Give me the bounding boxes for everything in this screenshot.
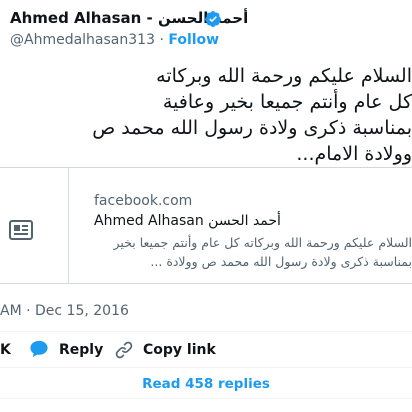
- card-domain[interactable]: facebook.com: [94, 193, 192, 209]
- card-desc-line-1: السلام عليكم ورحمة الله وبركاته كل عام و…: [113, 235, 412, 250]
- handle-separator: ·: [159, 32, 164, 48]
- newspaper-icon[interactable]: [8, 218, 34, 242]
- copy-link-button[interactable]: Copy link: [143, 342, 216, 358]
- reply-bubble-icon[interactable]: [29, 340, 49, 358]
- card-title[interactable]: Ahmed Alhasan أحمد الحسن: [94, 213, 281, 229]
- tweet-text: السلام عليكم ورحمة الله وبركاته كل عام و…: [0, 63, 412, 167]
- card-bottom-border: [0, 283, 412, 284]
- tweet-timestamp[interactable]: AM · Dec 15, 2016: [0, 303, 129, 319]
- divider: [0, 398, 412, 399]
- follow-link[interactable]: Follow: [168, 32, 219, 48]
- reply-button[interactable]: Reply: [59, 342, 103, 358]
- divider: [0, 367, 412, 368]
- tweet-line-3: بمناسبة ذكرى ولادة رسول الله محمد ص: [92, 117, 412, 139]
- tweet-line-1: السلام عليكم ورحمة الله وبركاته: [156, 65, 412, 87]
- like-label-cut[interactable]: K: [0, 342, 11, 358]
- card-desc-line-2: بمناسبة ذكرى ولادة رسول الله محمد ص وولا…: [150, 254, 412, 269]
- author-handle[interactable]: @Ahmedalhasan313: [10, 32, 155, 48]
- tweet-line-2: كل عام وأنتم جميعا بخير وعافية: [162, 91, 412, 113]
- link-icon[interactable]: [114, 340, 134, 360]
- verified-badge-icon: [205, 11, 221, 27]
- tweet-line-4: وولادة الامام...: [296, 143, 412, 165]
- card-description[interactable]: السلام عليكم ورحمة الله وبركاته كل عام و…: [42, 233, 412, 271]
- card-top-border: [0, 167, 412, 168]
- handle-row: @Ahmedalhasan313 · Follow: [10, 32, 219, 48]
- read-replies-link[interactable]: Read 458 replies: [0, 376, 412, 392]
- divider: [0, 331, 412, 332]
